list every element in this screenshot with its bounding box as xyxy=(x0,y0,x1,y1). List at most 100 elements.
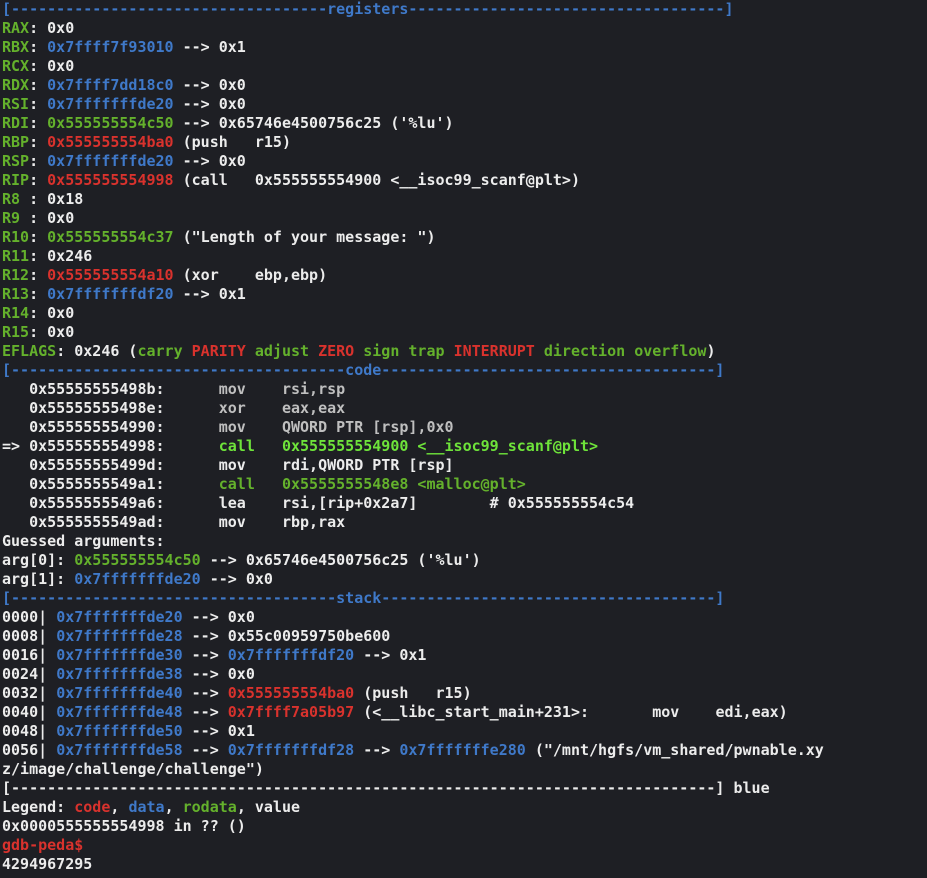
user-input-line[interactable]: 4294967295 xyxy=(2,855,927,874)
register-name: RDX xyxy=(2,76,30,94)
stack-deref: --> xyxy=(354,741,400,759)
stack-deref: 0x0 xyxy=(227,665,255,683)
register-name: RAX xyxy=(2,19,30,37)
code-row: => 0x555555554998: call 0x555555554900 <… xyxy=(2,437,927,456)
register-row: R8 : 0x18 xyxy=(2,190,927,209)
code-address: 0x5555555549a6: xyxy=(29,494,219,512)
end-separator-label xyxy=(724,779,733,797)
stack-deref: --> xyxy=(182,684,228,702)
register-value: 0x0 xyxy=(47,209,75,227)
stack-address: 0x7fffffffde28 xyxy=(56,627,183,645)
eflag-space xyxy=(445,342,454,360)
register-deref: --> 0x0 xyxy=(173,76,246,94)
stack-deref: 0x555555554ba0 xyxy=(227,684,355,702)
register-row: R12: 0x555555554a10 (xor ebp,ebp) xyxy=(2,266,927,285)
code-opcode: call xyxy=(218,475,282,493)
register-name: R9 xyxy=(2,209,21,227)
legend-code: code xyxy=(74,798,111,816)
arg-label: arg[1]: xyxy=(2,570,75,588)
code-operands: rbp,rax xyxy=(281,513,346,531)
code-opcode: call xyxy=(218,437,282,455)
legend-comma: , xyxy=(164,798,183,816)
code-operands: rsi,[rip+0x2a7] # 0x555555554c54 xyxy=(281,494,635,512)
eflag-parity: PARITY xyxy=(191,342,246,360)
registers-separator: [-----------------------------------regi… xyxy=(2,0,734,18)
code-row: 0x55555555499d: mov rdi,QWORD PTR [rsp] xyxy=(2,456,927,475)
code-separator: [-------------------------------------co… xyxy=(2,361,725,379)
register-name: RBP xyxy=(2,133,30,151)
register-separator: : xyxy=(29,171,48,189)
register-separator: : xyxy=(29,19,48,37)
register-separator: : xyxy=(20,209,48,227)
register-name: R8 xyxy=(2,190,21,208)
terminal[interactable]: [-----------------------------------regi… xyxy=(0,0,927,874)
stack-space xyxy=(47,665,56,683)
register-separator: : xyxy=(29,57,48,75)
register-deref: --> 0x1 xyxy=(173,38,246,56)
stack-separator: [------------------------------------sta… xyxy=(2,589,725,607)
eflags-open: ( xyxy=(119,342,138,360)
register-row: RBP: 0x555555554ba0 (push r15) xyxy=(2,133,927,152)
code-section: 0x55555555498b: mov rsi,rsp 0x5555555549… xyxy=(2,380,927,532)
legend-value: value xyxy=(254,798,301,816)
code-operands: rdi,QWORD PTR [rsp] xyxy=(281,456,454,474)
gdb-prompt[interactable]: gdb-peda$ xyxy=(2,836,927,855)
stack-offset: 0032| xyxy=(2,684,48,702)
end-separator-line: [---------------------------------------… xyxy=(2,779,927,798)
stack-space xyxy=(47,646,56,664)
register-value: 0x18 xyxy=(47,190,84,208)
stack-deref: 0x0 xyxy=(227,608,255,626)
register-name: RIP xyxy=(2,171,30,189)
stack-deref: 0x55c00959750be600 xyxy=(227,627,391,645)
register-row: RSI: 0x7fffffffde20 --> 0x0 xyxy=(2,95,927,114)
register-separator: : xyxy=(20,190,48,208)
stack-address: 0x7fffffffde38 xyxy=(56,665,183,683)
code-pointer xyxy=(2,399,29,417)
register-value: 0x555555554c37 xyxy=(47,228,174,246)
guessed-arg-1: arg[1]: 0x7fffffffde20 --> 0x0 xyxy=(2,570,927,589)
register-separator: : xyxy=(29,247,48,265)
eflag-space xyxy=(246,342,255,360)
register-value: 0x0 xyxy=(47,57,75,75)
register-separator: : xyxy=(29,38,48,56)
stack-offset: 0040| xyxy=(2,703,48,721)
code-opcode: mov xyxy=(218,513,282,531)
eflag-space xyxy=(354,342,363,360)
eflag-sign: sign xyxy=(363,342,400,360)
register-deref: (xor ebp,ebp) xyxy=(173,266,328,284)
stack-row: 0056| 0x7fffffffde58 --> 0x7fffffffdf28 … xyxy=(2,741,927,760)
legend-data: data xyxy=(128,798,165,816)
register-name: RCX xyxy=(2,57,30,75)
eflag-overflow: overflow xyxy=(634,342,707,360)
stack-row: 0016| 0x7fffffffde30 --> 0x7fffffffdf20 … xyxy=(2,646,927,665)
stack-deref: 0x7fffffffdf28 xyxy=(227,741,355,759)
code-opcode: xor xyxy=(218,399,282,417)
stack-row: 0040| 0x7fffffffde48 --> 0x7ffff7a05b97 … xyxy=(2,703,927,722)
stack-row: 0008| 0x7fffffffde28 --> 0x55c00959750be… xyxy=(2,627,927,646)
register-deref: --> 0x0 xyxy=(173,152,246,170)
code-operands: 0x555555554900 <__isoc99_scanf@plt> xyxy=(281,437,599,455)
register-value: 0x555555554998 xyxy=(47,171,174,189)
register-row: RCX: 0x0 xyxy=(2,57,927,76)
arg-deref: --> 0x0 xyxy=(200,570,273,588)
stack-address: 0x7fffffffde48 xyxy=(56,703,183,721)
stack-space xyxy=(47,608,56,626)
stack-space xyxy=(47,627,56,645)
stack-section: 0000| 0x7fffffffde20 --> 0x0 0008| 0x7fff… xyxy=(2,608,927,760)
legend-comma: , xyxy=(236,798,255,816)
legend-line: Legend: code, data, rodata, value xyxy=(2,798,927,817)
stack-deref: ("/mnt/hgfs/vm_shared/pwnable.xy xyxy=(525,741,824,759)
register-name: R12 xyxy=(2,266,30,284)
code-pointer xyxy=(2,456,29,474)
code-opcode: mov xyxy=(218,456,282,474)
arg-deref: --> 0x65746e4500756c25 ('%lu') xyxy=(200,551,481,569)
register-row: R9 : 0x0 xyxy=(2,209,927,228)
code-row: 0x5555555549a1: call 0x5555555548e8 <mal… xyxy=(2,475,927,494)
eflag-space xyxy=(183,342,192,360)
eflag-interrupt: INTERRUPT xyxy=(453,342,535,360)
code-address: 0x55555555498b: xyxy=(29,380,219,398)
arg-label: arg[0]: xyxy=(2,551,75,569)
stack-row: 0048| 0x7fffffffde50 --> 0x1 xyxy=(2,722,927,741)
code-row: 0x55555555498e: xor eax,eax xyxy=(2,399,927,418)
register-value: 0x246 xyxy=(47,247,93,265)
